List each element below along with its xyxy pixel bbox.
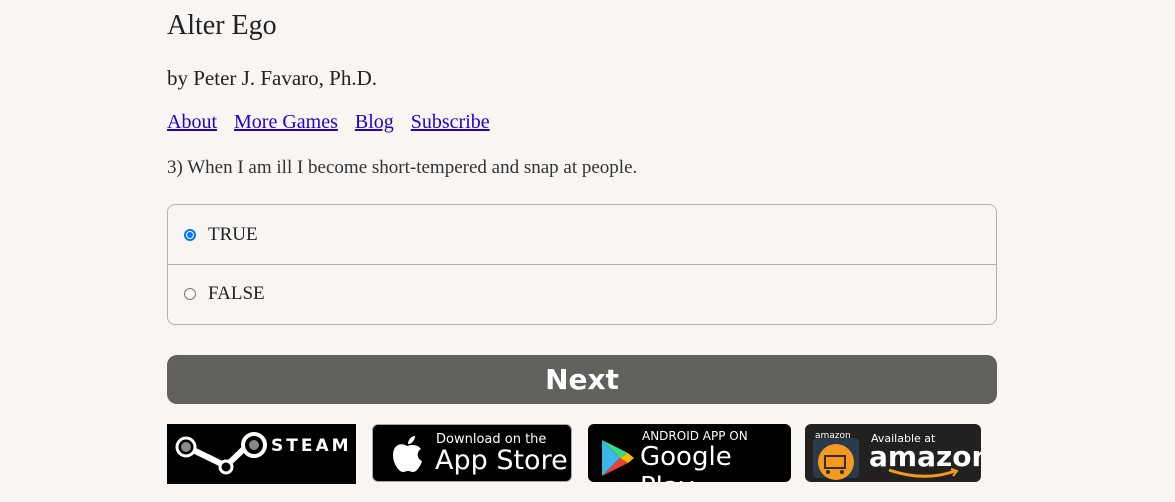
google-play-small-text: ANDROID APP ON xyxy=(642,429,748,443)
google-play-icon xyxy=(602,440,634,476)
google-play-badge[interactable]: ANDROID APP ON Google Play xyxy=(588,424,791,482)
author-line: by Peter J. Favaro, Ph.D. xyxy=(167,66,377,90)
page-title: Alter Ego xyxy=(167,10,277,41)
nav-link-subscribe[interactable]: Subscribe xyxy=(411,111,490,133)
radio-false[interactable] xyxy=(184,288,196,300)
amazon-cart-icon xyxy=(813,438,859,480)
option-true[interactable]: TRUE xyxy=(168,205,996,264)
steam-logo-icon xyxy=(175,432,267,475)
question-text: 3) When I am ill I become short-tempered… xyxy=(167,157,638,178)
amazon-smile-icon xyxy=(888,468,959,478)
option-label: FALSE xyxy=(208,283,265,304)
next-button[interactable]: Next xyxy=(167,355,997,404)
steam-badge[interactable]: STEAM xyxy=(167,424,356,484)
option-false[interactable]: FALSE xyxy=(168,264,996,323)
steam-wordmark: STEAM xyxy=(271,436,352,456)
apple-icon xyxy=(393,436,422,472)
radio-true[interactable] xyxy=(184,228,196,241)
amazon-badge[interactable]: amazon Available at amazon xyxy=(805,424,981,482)
google-play-big-text: Google Play xyxy=(640,442,732,482)
option-label: TRUE xyxy=(208,223,258,245)
nav-link-about[interactable]: About xyxy=(167,111,217,133)
app-store-big-text: App Store xyxy=(435,445,568,476)
amazon-app-logo-text: amazon xyxy=(815,431,851,441)
answer-options: TRUE FALSE xyxy=(167,204,997,325)
nav-link-more-games[interactable]: More Games xyxy=(234,111,338,133)
nav-link-blog[interactable]: Blog xyxy=(355,111,394,133)
nav-links: About More Games Blog Subscribe xyxy=(167,111,502,134)
app-store-badge[interactable]: Download on the App Store xyxy=(372,424,572,482)
